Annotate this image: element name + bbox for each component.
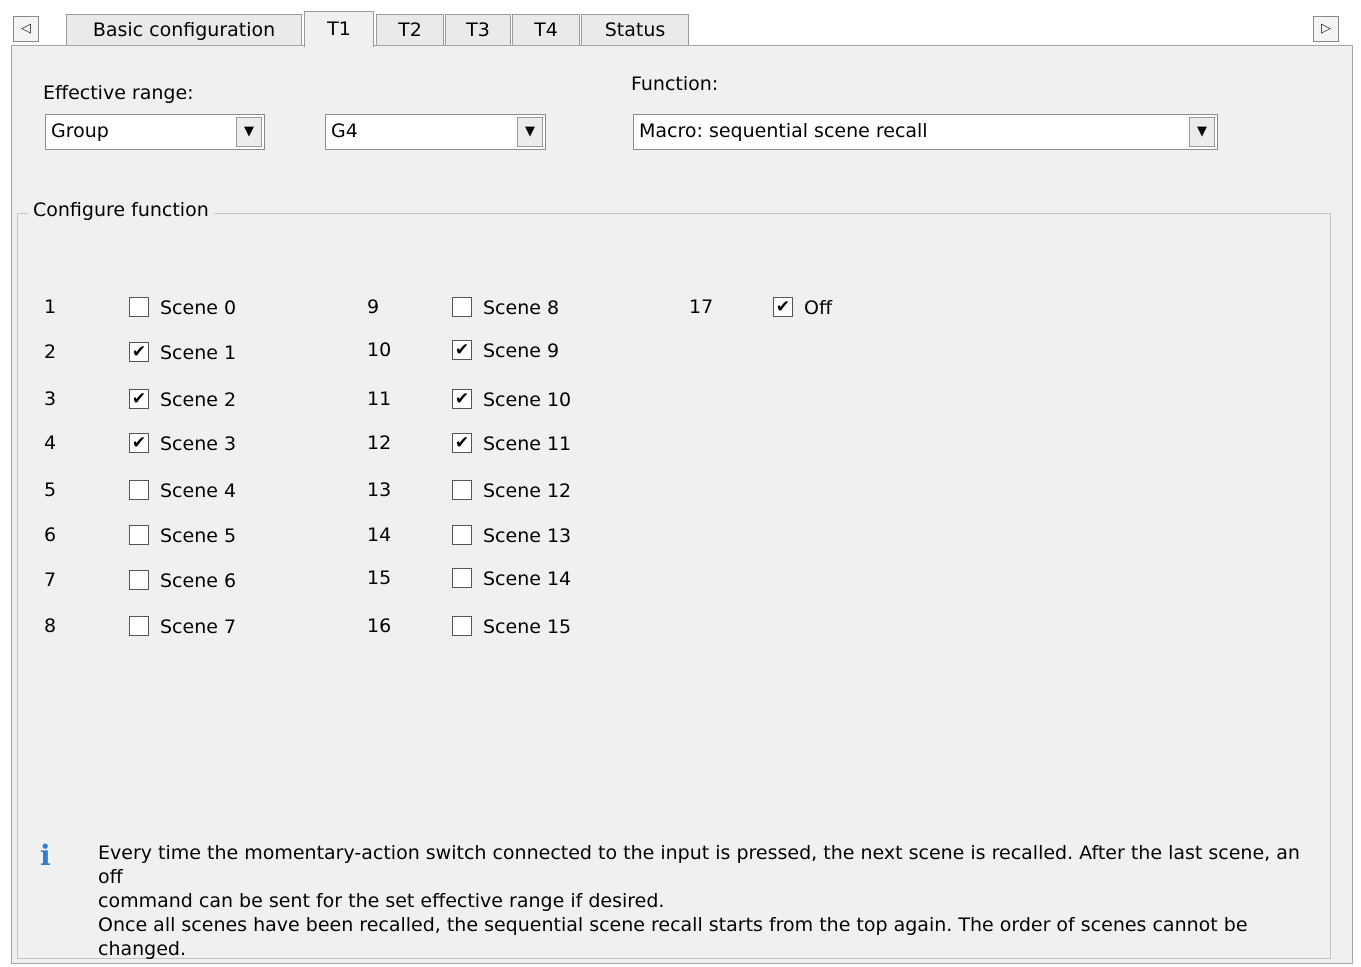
tab-basic-configuration[interactable]: Basic configuration [66, 14, 302, 46]
scene-8-label: Scene 8 [483, 297, 560, 319]
scene-8-checkbox[interactable] [452, 297, 472, 317]
row-number: 16 [367, 615, 392, 637]
row-number: 2 [44, 341, 57, 363]
configure-function-legend: Configure function [28, 199, 214, 221]
row-number: 4 [44, 432, 57, 454]
tab-scroll-left-button[interactable]: ◁ [13, 16, 39, 42]
tab-panel-t1: Effective range: Group ▼ G4 ▼ Function: … [11, 45, 1353, 964]
tab-status[interactable]: Status [581, 14, 689, 46]
scene-2-checkbox[interactable]: ✔ [129, 389, 149, 409]
function-value: Macro: sequential scene recall [639, 120, 928, 142]
function-select[interactable]: Macro: sequential scene recall ▼ [633, 114, 1218, 150]
tab-t2[interactable]: T2 [376, 14, 444, 46]
chevron-down-icon[interactable]: ▼ [1189, 117, 1215, 147]
scene-3-label: Scene 3 [160, 433, 237, 455]
effective-range-target-value: G4 [331, 120, 358, 142]
effective-range-target-select[interactable]: G4 ▼ [325, 114, 546, 150]
scene-6-checkbox[interactable] [129, 570, 149, 590]
row-number: 9 [367, 296, 380, 318]
scene-5-checkbox[interactable] [129, 525, 149, 545]
off-label: Off [804, 297, 833, 319]
scene-0-label: Scene 0 [160, 297, 237, 319]
tab-t4[interactable]: T4 [512, 14, 580, 46]
scene-14-label: Scene 14 [483, 568, 572, 590]
scene-2-label: Scene 2 [160, 389, 237, 411]
scene-15-checkbox[interactable] [452, 616, 472, 636]
scene-11-label: Scene 11 [483, 433, 572, 455]
function-label: Function: [631, 73, 719, 95]
scene-7-label: Scene 7 [160, 616, 237, 638]
info-line: Once all scenes have been recalled, the … [98, 914, 1248, 960]
info-icon: i [40, 839, 51, 872]
scene-3-checkbox[interactable]: ✔ [129, 433, 149, 453]
scene-1-checkbox[interactable]: ✔ [129, 342, 149, 362]
scene-12-label: Scene 12 [483, 480, 572, 502]
scene-1-label: Scene 1 [160, 342, 237, 364]
effective-range-label: Effective range: [43, 82, 194, 104]
info-line: Every time the momentary-action switch c… [98, 842, 1300, 888]
info-description: Every time the momentary-action switch c… [98, 841, 1318, 961]
scene-10-label: Scene 10 [483, 389, 572, 411]
effective-range-type-value: Group [51, 120, 109, 142]
row-number: 14 [367, 524, 392, 546]
chevron-down-icon[interactable]: ▼ [236, 117, 262, 147]
scene-12-checkbox[interactable] [452, 480, 472, 500]
row-number: 8 [44, 615, 57, 637]
scene-13-label: Scene 13 [483, 525, 572, 547]
row-number: 10 [367, 339, 392, 361]
off-checkbox[interactable]: ✔ [773, 297, 793, 317]
row-number: 3 [44, 388, 57, 410]
row-number: 5 [44, 479, 57, 501]
scene-7-checkbox[interactable] [129, 616, 149, 636]
scene-4-checkbox[interactable] [129, 480, 149, 500]
scene-10-checkbox[interactable]: ✔ [452, 389, 472, 409]
row-number: 1 [44, 296, 57, 318]
scene-6-label: Scene 6 [160, 570, 237, 592]
row-number: 17 [689, 296, 714, 318]
row-number: 13 [367, 479, 392, 501]
tab-scroll-right-button[interactable]: ▷ [1313, 16, 1339, 42]
row-number: 15 [367, 567, 392, 589]
chevron-down-icon[interactable]: ▼ [517, 117, 543, 147]
scene-11-checkbox[interactable]: ✔ [452, 433, 472, 453]
tab-t3[interactable]: T3 [445, 14, 511, 46]
scene-4-label: Scene 4 [160, 480, 237, 502]
effective-range-type-select[interactable]: Group ▼ [45, 114, 265, 150]
scene-14-checkbox[interactable] [452, 568, 472, 588]
tab-t1[interactable]: T1 [304, 11, 374, 47]
scene-9-checkbox[interactable]: ✔ [452, 340, 472, 360]
row-number: 6 [44, 524, 57, 546]
scene-5-label: Scene 5 [160, 525, 237, 547]
scene-15-label: Scene 15 [483, 616, 572, 638]
row-number: 12 [367, 432, 392, 454]
row-number: 11 [367, 388, 392, 410]
row-number: 7 [44, 569, 57, 591]
scene-13-checkbox[interactable] [452, 525, 472, 545]
scene-9-label: Scene 9 [483, 340, 560, 362]
info-line: command can be sent for the set effectiv… [98, 890, 665, 912]
scene-0-checkbox[interactable] [129, 297, 149, 317]
